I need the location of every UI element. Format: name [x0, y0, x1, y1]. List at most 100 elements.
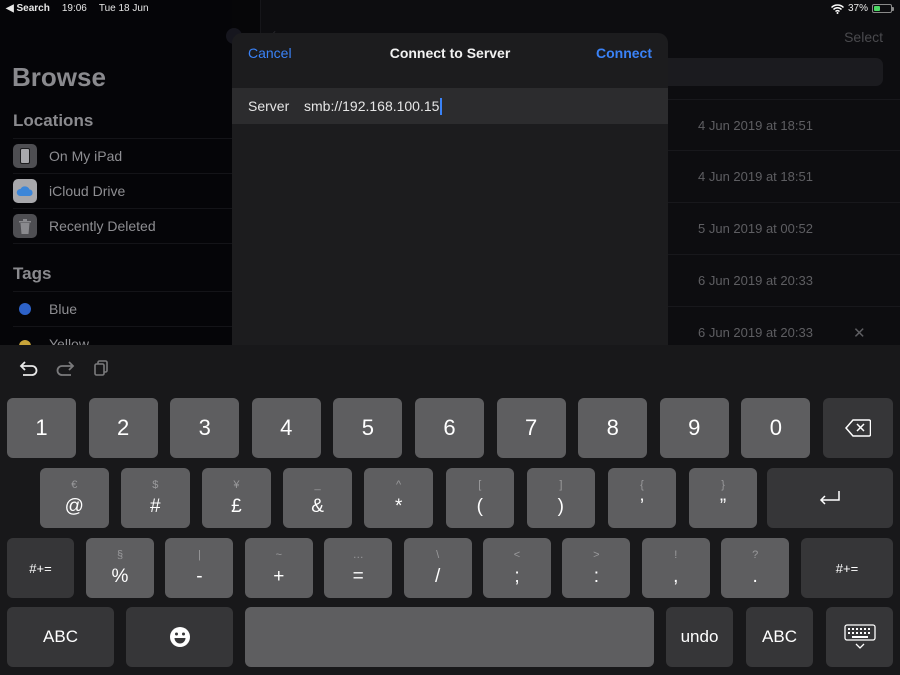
- undo-icon[interactable]: [18, 357, 40, 379]
- trash-icon: [13, 214, 37, 238]
- browse-title: Browse: [12, 62, 106, 92]
- server-field-row: Server smb://192.168.100.15: [232, 88, 668, 124]
- key-main-label: 7: [524, 415, 538, 440]
- on-screen-keyboard: 1234567890 € @ $ # ¥ £ _ & ^ *[(]){’}” §% | - ~ +… = \ /…: [0, 345, 900, 675]
- sidebar-item-on-my-ipad[interactable]: On My iPad: [13, 138, 232, 173]
- key-2[interactable]: 2: [88, 398, 158, 458]
- sidebar: Browse Locations On My iPad iCloud Drive…: [0, 0, 232, 352]
- undo-key[interactable]: undo: [666, 607, 733, 667]
- sidebar-tag-blue[interactable]: Blue: [13, 291, 232, 326]
- key-label: #+=: [29, 560, 52, 576]
- connect-button[interactable]: Connect: [596, 45, 652, 61]
- key-main-label: 9: [688, 415, 701, 440]
- key-4[interactable]: 4: [251, 398, 321, 458]
- redo-icon[interactable]: [54, 357, 76, 379]
- battery-percent: 37%: [847, 3, 868, 14]
- sidebar-item-icloud-drive[interactable]: iCloud Drive: [13, 173, 232, 208]
- key-6[interactable]: [(: [445, 468, 514, 528]
- space-bar[interactable]: [245, 607, 654, 667]
- file-date: 5 Jun 2019 at 00:52: [698, 221, 813, 236]
- key-7[interactable]: ]): [526, 468, 596, 528]
- backspace-key[interactable]: [823, 398, 893, 458]
- key-2[interactable]: $ #: [121, 468, 190, 528]
- server-address-input[interactable]: smb://192.168.100.15: [304, 97, 443, 115]
- emoji-key[interactable]: [126, 607, 233, 667]
- key-1[interactable]: € @: [40, 468, 109, 528]
- key-main-label: 8: [606, 415, 619, 440]
- abc-key-right[interactable]: ABC: [746, 607, 813, 667]
- key-alt-label: |: [197, 549, 201, 561]
- key-main-label: ’: [639, 496, 645, 517]
- file-date: 4 Jun 2019 at 18:51: [698, 169, 813, 184]
- key-4[interactable]: … =: [324, 538, 393, 598]
- blue-tag-dot-icon: [19, 303, 31, 315]
- file-row[interactable]: 6 Jun 2019 at 20:33: [668, 254, 900, 306]
- key-6[interactable]: 6: [415, 398, 484, 458]
- key-main-label: 5: [361, 415, 375, 440]
- file-date: 6 Jun 2019 at 20:33: [698, 273, 813, 288]
- sidebar-item-recently-deleted[interactable]: Recently Deleted: [13, 208, 232, 243]
- key-6[interactable]: <;: [483, 538, 551, 598]
- select-button[interactable]: Select: [844, 29, 883, 45]
- symbols-toggle-key-left[interactable]: #+=: [7, 538, 74, 598]
- key-alt-label: <: [513, 549, 521, 561]
- key-alt-label: ?: [752, 549, 759, 561]
- key-main-label: #: [150, 496, 161, 517]
- key-alt-label: ^: [396, 479, 402, 491]
- key-3[interactable]: 3: [170, 398, 240, 458]
- key-8[interactable]: {’: [607, 468, 677, 528]
- server-address-value: smb://192.168.100.15: [304, 98, 440, 114]
- file-row[interactable]: 5 Jun 2019 at 00:52: [668, 202, 900, 254]
- back-to-search[interactable]: ◀ Search: [6, 3, 50, 14]
- key-8[interactable]: !,: [641, 538, 710, 598]
- key-3[interactable]: ~ +: [244, 538, 313, 598]
- locations-title: Locations: [13, 111, 94, 130]
- file-row[interactable]: 4 Jun 2019 at 18:51: [668, 150, 900, 202]
- key-alt-label: …: [352, 549, 364, 561]
- key-main-label: 4: [280, 415, 293, 440]
- key-alt-label: $: [152, 479, 159, 491]
- key-main-label: 6: [443, 415, 456, 440]
- key-alt-label: _: [314, 479, 321, 491]
- key-5[interactable]: ^ *: [364, 468, 433, 528]
- key-7[interactable]: >:: [562, 538, 631, 598]
- key-alt-label: €: [71, 479, 78, 491]
- key-9[interactable]: }”: [688, 468, 758, 528]
- key-3[interactable]: ¥ £: [202, 468, 271, 528]
- dismiss-keyboard-key[interactable]: [826, 607, 893, 667]
- key-main-label: +: [273, 566, 285, 587]
- key-1[interactable]: §%: [86, 538, 154, 598]
- key-1[interactable]: 1: [7, 398, 76, 458]
- key-4[interactable]: _ &: [283, 468, 352, 528]
- return-key[interactable]: [767, 468, 893, 528]
- dialog-header: Cancel Connect to Server Connect: [232, 33, 668, 73]
- key-8[interactable]: 8: [578, 398, 648, 458]
- key-main-label: £: [231, 496, 242, 517]
- file-row[interactable]: 4 Jun 2019 at 18:51: [668, 99, 900, 151]
- key-5[interactable]: \ /: [403, 538, 472, 598]
- keyboard-dismiss-icon: [843, 624, 876, 649]
- key-2[interactable]: | -: [165, 538, 234, 598]
- key-main-label: 0: [769, 415, 783, 440]
- close-icon[interactable]: ✕: [853, 324, 866, 342]
- server-label: Server: [248, 98, 290, 114]
- sidebar-item-label: Blue: [49, 301, 78, 317]
- key-main-label: 2: [116, 415, 130, 440]
- key-5[interactable]: 5: [333, 398, 403, 458]
- key-label: ABC: [43, 627, 78, 646]
- key-alt-label: §: [116, 549, 124, 561]
- key-9[interactable]: 9: [659, 398, 729, 458]
- symbols-toggle-key-right[interactable]: #+=: [801, 538, 893, 598]
- key-label: #+=: [835, 560, 859, 576]
- key-9[interactable]: ?.: [721, 538, 790, 598]
- wifi-icon: [830, 3, 844, 14]
- key-alt-label: ]: [559, 479, 563, 491]
- key-10[interactable]: 0: [741, 398, 811, 458]
- key-7[interactable]: 7: [496, 398, 566, 458]
- paste-icon[interactable]: [90, 357, 112, 379]
- abc-key-left[interactable]: ABC: [7, 607, 114, 667]
- search-bar[interactable]: [660, 58, 883, 86]
- file-date: 6 Jun 2019 at 20:33: [698, 325, 813, 340]
- sidebar-item-label: iCloud Drive: [49, 183, 126, 199]
- connect-to-server-dialog: Cancel Connect to Server Connect Server …: [232, 33, 668, 345]
